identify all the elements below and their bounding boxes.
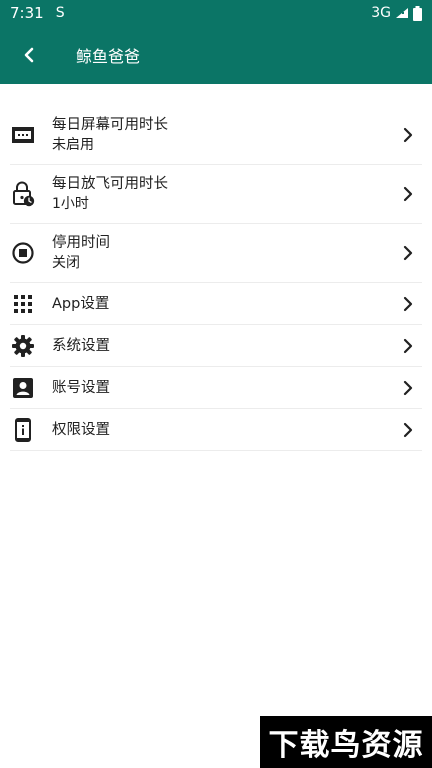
menu-text: 账号设置 [52, 378, 396, 398]
settings-list: 每日屏幕可用时长 未启用 每日放飞可用时长 1小时 停用时间 关闭 App设置 … [10, 106, 422, 451]
sync-icon: S [55, 5, 65, 21]
menu-title: App设置 [52, 295, 110, 312]
chevron-right-icon [396, 334, 420, 358]
menu-item-app-settings[interactable]: App设置 [10, 283, 422, 325]
menu-item-account-settings[interactable]: 账号设置 [10, 367, 422, 409]
menu-subtitle: 1小时 [52, 196, 89, 212]
menu-text: 权限设置 [52, 420, 396, 440]
status-bar: 7:31 S 3G [0, 0, 432, 26]
gear-icon [10, 333, 36, 359]
menu-item-permission-settings[interactable]: 权限设置 [10, 409, 422, 451]
menu-item-system-settings[interactable]: 系统设置 [10, 325, 422, 367]
page-title: 鲸鱼爸爸 [76, 47, 141, 66]
menu-title: 账号设置 [52, 379, 110, 396]
menu-subtitle: 未启用 [52, 137, 94, 153]
phone-info-icon [10, 417, 36, 443]
apps-grid-icon [10, 291, 36, 317]
menu-subtitle: 关闭 [52, 255, 80, 271]
account-box-icon [10, 375, 36, 401]
menu-title: 每日放飞可用时长 [52, 176, 168, 192]
status-indicators: 3G [371, 5, 422, 21]
screen-time-icon [10, 122, 36, 148]
menu-text: 系统设置 [52, 336, 396, 356]
battery-icon [413, 5, 422, 21]
menu-title: 停用时间 [52, 235, 110, 251]
menu-title: 系统设置 [52, 337, 110, 354]
app-bar: 鲸鱼爸爸 [0, 26, 432, 84]
menu-text: 停用时间 关闭 [52, 233, 396, 273]
menu-text: App设置 [52, 294, 396, 314]
back-button[interactable] [0, 26, 58, 84]
menu-item-daily-screen-time[interactable]: 每日屏幕可用时长 未启用 [10, 106, 422, 165]
menu-text: 每日放飞可用时长 1小时 [52, 174, 396, 214]
chevron-right-icon [396, 123, 420, 147]
lock-clock-icon [10, 181, 36, 207]
stop-circle-icon [10, 240, 36, 266]
network-type: 3G [371, 5, 391, 21]
menu-item-daily-free-time[interactable]: 每日放飞可用时长 1小时 [10, 165, 422, 224]
chevron-left-icon [24, 47, 34, 63]
chevron-right-icon [396, 241, 420, 265]
chevron-right-icon [396, 418, 420, 442]
menu-title: 每日屏幕可用时长 [52, 117, 168, 133]
menu-title: 权限设置 [52, 421, 110, 438]
chevron-right-icon [396, 182, 420, 206]
signal-icon [396, 8, 408, 18]
chevron-right-icon [396, 292, 420, 316]
status-time: 7:31 [10, 4, 44, 22]
chevron-right-icon [396, 376, 420, 400]
watermark: 下载鸟资源 [260, 716, 432, 768]
menu-text: 每日屏幕可用时长 未启用 [52, 115, 396, 155]
menu-item-downtime[interactable]: 停用时间 关闭 [10, 224, 422, 283]
